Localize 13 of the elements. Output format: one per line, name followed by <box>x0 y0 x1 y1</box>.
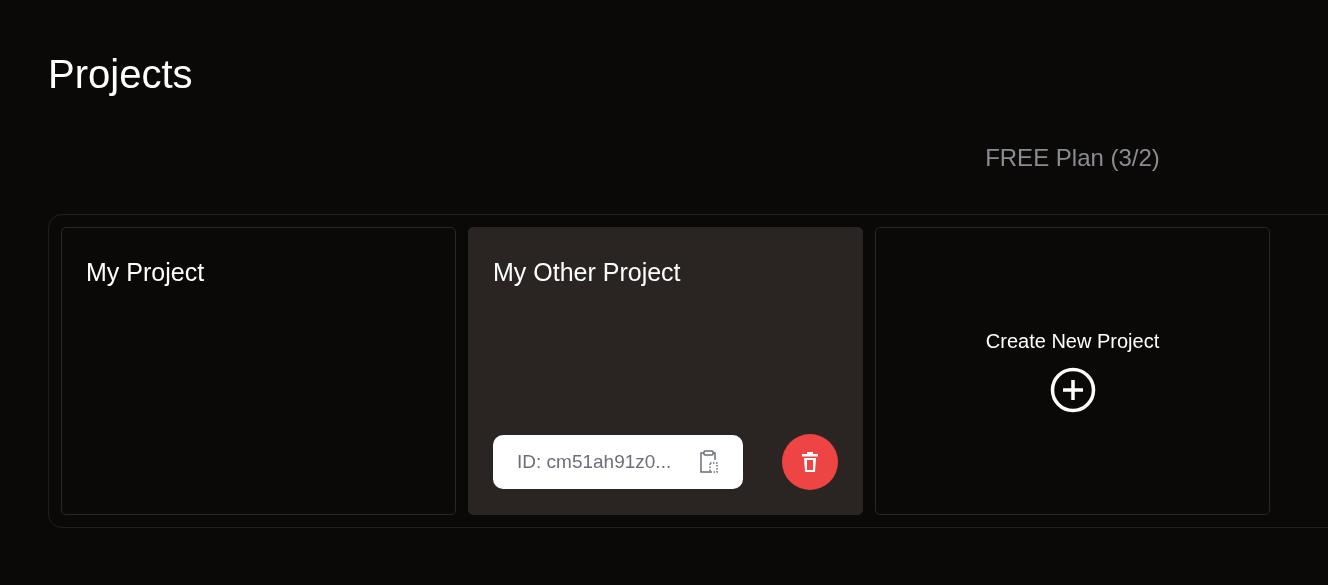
clipboard-icon[interactable] <box>699 450 719 474</box>
id-chip[interactable]: ID: cm51ah91z0... <box>493 435 743 489</box>
project-name: My Project <box>86 258 206 287</box>
plus-circle-icon <box>1049 366 1096 413</box>
page-title: Projects <box>48 51 194 98</box>
delete-button[interactable] <box>782 434 838 490</box>
project-card[interactable]: My Project <box>61 227 456 515</box>
project-id: ID: cm51ah91z0... <box>517 451 672 473</box>
create-project-card[interactable]: Create New Project <box>875 227 1270 515</box>
plan-label: FREE Plan (3/2) <box>984 144 1161 172</box>
project-card[interactable]: My Other Project ID: cm51ah91z0... <box>468 227 863 515</box>
project-name: My Other Project <box>493 258 682 287</box>
trash-icon <box>802 452 818 472</box>
